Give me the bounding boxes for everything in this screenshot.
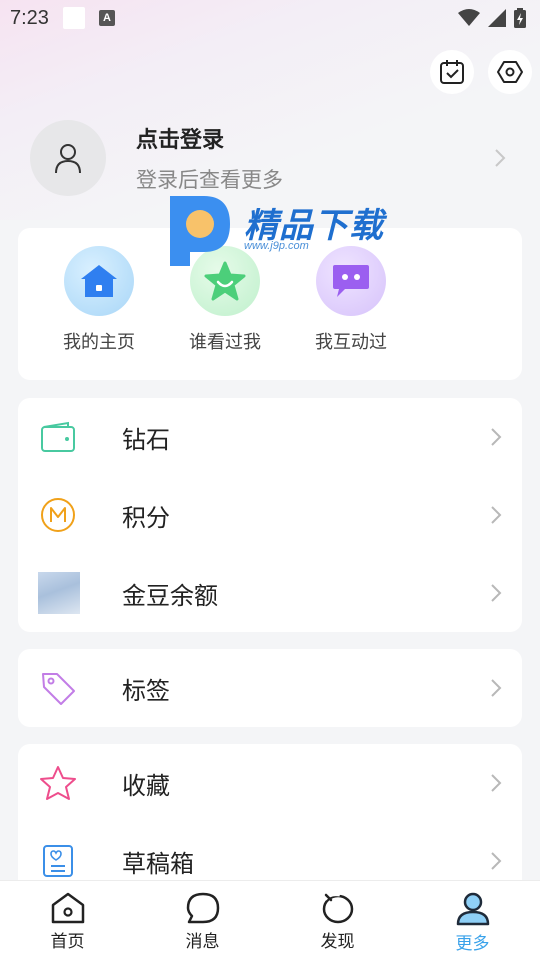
- menu-row-tags[interactable]: 标签: [18, 649, 522, 727]
- quick-circle-star: [190, 246, 260, 316]
- menu-label-drafts: 草稿箱: [122, 849, 194, 878]
- chevron-right-icon: [491, 584, 502, 602]
- tab-label-home: 首页: [50, 932, 85, 952]
- quick-label-home: 我的主页: [63, 332, 135, 353]
- star-outline-icon: [40, 766, 76, 800]
- wifi-icon: [458, 9, 480, 26]
- quick-circle-home: [64, 246, 134, 316]
- menu-label-tags: 标签: [122, 676, 170, 705]
- quick-who-viewed-me[interactable]: 谁看过我: [162, 228, 288, 380]
- menu-label-favorites: 收藏: [122, 771, 170, 800]
- points-coin-icon: [41, 498, 75, 532]
- sky-image-icon: [38, 572, 80, 614]
- chevron-right-icon: [491, 679, 502, 697]
- menu-row-diamond[interactable]: 钻石: [18, 398, 522, 476]
- settings-hex-icon: [497, 61, 523, 83]
- login-profile-row[interactable]: 点击登录 登录后查看更多: [30, 120, 520, 196]
- login-subtitle: 登录后查看更多: [136, 168, 283, 192]
- tab-home[interactable]: 首页: [0, 881, 135, 960]
- top-actions: [430, 50, 532, 94]
- menu-row-favorites[interactable]: 收藏: [18, 744, 522, 822]
- draft-box-icon: [43, 845, 73, 877]
- notification-square-icon: [62, 7, 85, 29]
- chevron-right-icon: [495, 149, 506, 167]
- battery-icon: [514, 8, 526, 28]
- menu-label-gold-beans: 金豆余额: [122, 581, 218, 610]
- settings-button[interactable]: [488, 50, 532, 94]
- tab-messages[interactable]: 消息: [135, 881, 270, 960]
- user-icon: [55, 144, 81, 174]
- quick-my-homepage[interactable]: 我的主页: [36, 228, 162, 380]
- menu-label-points: 积分: [122, 503, 170, 532]
- tab-label-discover: 发现: [320, 932, 355, 952]
- quick-actions-card: 我的主页 谁看过我 我互动过: [18, 228, 522, 380]
- status-time: 7:23: [10, 6, 49, 29]
- signal-icon: [488, 9, 506, 27]
- menu-row-gold-beans[interactable]: 金豆余额: [18, 554, 522, 632]
- home-tab-icon: [51, 892, 84, 924]
- bottom-tab-bar: 首页 消息 发现 更多: [0, 880, 540, 960]
- menu-card-assets: 钻石 积分 金豆余额: [18, 398, 522, 632]
- tab-discover[interactable]: 发现: [270, 881, 405, 960]
- quick-interacted[interactable]: 我互动过: [288, 228, 414, 380]
- star-smile-icon: [204, 261, 246, 301]
- home-icon: [81, 265, 117, 297]
- profile-tab-icon: [456, 892, 489, 926]
- calendar-check-icon: [440, 60, 464, 84]
- quick-label-viewed: 谁看过我: [189, 332, 261, 353]
- menu-label-diamond: 钻石: [122, 425, 170, 454]
- chevron-right-icon: [491, 774, 502, 792]
- wallet-icon: [41, 421, 75, 452]
- status-bar: 7:23 A: [0, 0, 540, 36]
- notification-a-icon: A: [98, 10, 115, 26]
- avatar[interactable]: [30, 120, 106, 196]
- tab-label-more: 更多: [455, 934, 490, 954]
- quick-label-interacted: 我互动过: [315, 332, 387, 353]
- menu-card-tags: 标签: [18, 649, 522, 727]
- discover-tab-icon: [321, 891, 353, 924]
- chevron-right-icon: [491, 852, 502, 870]
- tab-more[interactable]: 更多: [405, 881, 540, 960]
- checkin-calendar-button[interactable]: [430, 50, 474, 94]
- chevron-right-icon: [491, 506, 502, 524]
- tag-icon: [42, 673, 75, 705]
- chevron-right-icon: [491, 428, 502, 446]
- menu-row-points[interactable]: 积分: [18, 476, 522, 554]
- tab-label-messages: 消息: [185, 932, 220, 952]
- message-tab-icon: [186, 892, 219, 924]
- login-title[interactable]: 点击登录: [136, 122, 283, 154]
- chat-bubble-icon: [333, 265, 369, 297]
- quick-circle-chat: [316, 246, 386, 316]
